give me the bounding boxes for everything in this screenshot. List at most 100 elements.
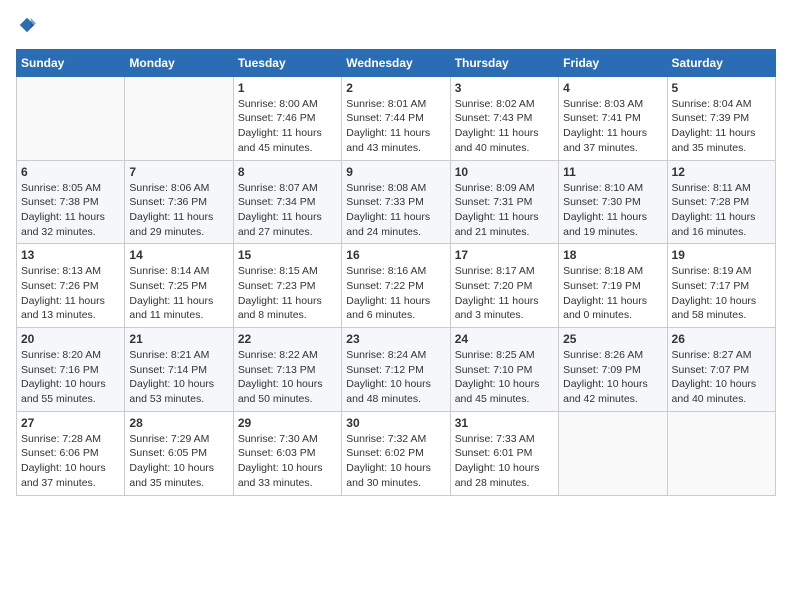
logo-icon [18, 16, 36, 34]
day-number: 24 [455, 332, 554, 346]
calendar-day-cell [125, 76, 233, 160]
calendar-day-cell: 21 Sunrise: 8:21 AM Sunset: 7:14 PM Dayli… [125, 328, 233, 412]
weekday-header: Monday [125, 49, 233, 76]
day-number: 23 [346, 332, 445, 346]
day-number: 7 [129, 165, 228, 179]
calendar-week-row: 13Sunrise: 8:13 AM Sunset: 7:26 PM Dayli… [17, 244, 776, 328]
day-number: 17 [455, 248, 554, 262]
day-info: Sunrise: 8:05 AM Sunset: 7:38 PM Dayligh… [21, 181, 120, 240]
day-number: 27 [21, 416, 120, 430]
calendar-day-cell: 10 Sunrise: 8:09 AM Sunset: 7:31 PM Dayli… [450, 160, 558, 244]
calendar-day-cell: 3Sunrise: 8:02 AM Sunset: 7:43 PM Daylig… [450, 76, 558, 160]
day-number: 30 [346, 416, 445, 430]
day-number: 26 [672, 332, 771, 346]
day-info: Sunrise: 8:21 AM Sunset: 7:14 PM Dayligh… [129, 348, 228, 407]
day-info: Sunrise: 8:14 AM Sunset: 7:25 PM Dayligh… [129, 264, 228, 323]
day-number: 9 [346, 165, 445, 179]
calendar-week-row: 1Sunrise: 8:00 AM Sunset: 7:46 PM Daylig… [17, 76, 776, 160]
day-info: Sunrise: 8:01 AM Sunset: 7:44 PM Dayligh… [346, 97, 445, 156]
calendar-day-cell: 11 Sunrise: 8:10 AM Sunset: 7:30 PM Dayli… [559, 160, 667, 244]
weekday-header: Saturday [667, 49, 775, 76]
day-info: Sunrise: 8:17 AM Sunset: 7:20 PM Dayligh… [455, 264, 554, 323]
day-number: 28 [129, 416, 228, 430]
page-header [16, 16, 776, 39]
calendar-day-cell [559, 411, 667, 495]
day-info: Sunrise: 7:33 AM Sunset: 6:01 PM Dayligh… [455, 432, 554, 491]
day-number: 12 [672, 165, 771, 179]
weekday-header: Sunday [17, 49, 125, 76]
day-info: Sunrise: 8:20 AM Sunset: 7:16 PM Dayligh… [21, 348, 120, 407]
day-info: Sunrise: 8:08 AM Sunset: 7:33 PM Dayligh… [346, 181, 445, 240]
day-info: Sunrise: 7:32 AM Sunset: 6:02 PM Dayligh… [346, 432, 445, 491]
calendar-day-cell: 5 Sunrise: 8:04 AM Sunset: 7:39 PM Daylig… [667, 76, 775, 160]
day-number: 16 [346, 248, 445, 262]
day-number: 5 [672, 81, 771, 95]
day-number: 1 [238, 81, 337, 95]
day-number: 11 [563, 165, 662, 179]
day-info: Sunrise: 8:19 AM Sunset: 7:17 PM Dayligh… [672, 264, 771, 323]
calendar-day-cell: 30 Sunrise: 7:32 AM Sunset: 6:02 PM Dayli… [342, 411, 450, 495]
day-number: 10 [455, 165, 554, 179]
day-info: Sunrise: 8:22 AM Sunset: 7:13 PM Dayligh… [238, 348, 337, 407]
calendar-day-cell: 24 Sunrise: 8:25 AM Sunset: 7:10 PM Dayli… [450, 328, 558, 412]
logo [16, 16, 36, 39]
day-info: Sunrise: 8:09 AM Sunset: 7:31 PM Dayligh… [455, 181, 554, 240]
day-info: Sunrise: 7:30 AM Sunset: 6:03 PM Dayligh… [238, 432, 337, 491]
calendar-header-row: SundayMondayTuesdayWednesdayThursdayFrid… [17, 49, 776, 76]
day-info: Sunrise: 8:27 AM Sunset: 7:07 PM Dayligh… [672, 348, 771, 407]
day-number: 4 [563, 81, 662, 95]
calendar-day-cell: 9 Sunrise: 8:08 AM Sunset: 7:33 PM Daylig… [342, 160, 450, 244]
calendar-day-cell: 25 Sunrise: 8:26 AM Sunset: 7:09 PM Dayli… [559, 328, 667, 412]
day-number: 19 [672, 248, 771, 262]
calendar-day-cell: 7 Sunrise: 8:06 AM Sunset: 7:36 PM Daylig… [125, 160, 233, 244]
day-info: Sunrise: 7:28 AM Sunset: 6:06 PM Dayligh… [21, 432, 120, 491]
day-number: 22 [238, 332, 337, 346]
day-info: Sunrise: 8:25 AM Sunset: 7:10 PM Dayligh… [455, 348, 554, 407]
day-number: 18 [563, 248, 662, 262]
calendar-day-cell: 15 Sunrise: 8:15 AM Sunset: 7:23 PM Dayli… [233, 244, 341, 328]
day-info: Sunrise: 8:04 AM Sunset: 7:39 PM Dayligh… [672, 97, 771, 156]
day-info: Sunrise: 8:15 AM Sunset: 7:23 PM Dayligh… [238, 264, 337, 323]
calendar-day-cell: 6 Sunrise: 8:05 AM Sunset: 7:38 PM Daylig… [17, 160, 125, 244]
weekday-header: Friday [559, 49, 667, 76]
calendar-day-cell: 16 Sunrise: 8:16 AM Sunset: 7:22 PM Dayli… [342, 244, 450, 328]
day-number: 15 [238, 248, 337, 262]
calendar-day-cell: 23 Sunrise: 8:24 AM Sunset: 7:12 PM Dayli… [342, 328, 450, 412]
calendar-day-cell: 26 Sunrise: 8:27 AM Sunset: 7:07 PM Dayli… [667, 328, 775, 412]
calendar-day-cell: 1Sunrise: 8:00 AM Sunset: 7:46 PM Daylig… [233, 76, 341, 160]
calendar-day-cell: 12 Sunrise: 8:11 AM Sunset: 7:28 PM Dayli… [667, 160, 775, 244]
calendar-day-cell [667, 411, 775, 495]
day-info: Sunrise: 8:11 AM Sunset: 7:28 PM Dayligh… [672, 181, 771, 240]
day-number: 6 [21, 165, 120, 179]
day-number: 14 [129, 248, 228, 262]
calendar-day-cell [17, 76, 125, 160]
day-number: 2 [346, 81, 445, 95]
weekday-header: Wednesday [342, 49, 450, 76]
day-info: Sunrise: 8:07 AM Sunset: 7:34 PM Dayligh… [238, 181, 337, 240]
day-info: Sunrise: 8:10 AM Sunset: 7:30 PM Dayligh… [563, 181, 662, 240]
day-info: Sunrise: 8:16 AM Sunset: 7:22 PM Dayligh… [346, 264, 445, 323]
calendar-day-cell: 4 Sunrise: 8:03 AM Sunset: 7:41 PM Daylig… [559, 76, 667, 160]
day-info: Sunrise: 8:02 AM Sunset: 7:43 PM Dayligh… [455, 97, 554, 156]
calendar-day-cell: 22 Sunrise: 8:22 AM Sunset: 7:13 PM Dayli… [233, 328, 341, 412]
calendar-week-row: 6 Sunrise: 8:05 AM Sunset: 7:38 PM Daylig… [17, 160, 776, 244]
calendar-week-row: 27 Sunrise: 7:28 AM Sunset: 6:06 PM Dayli… [17, 411, 776, 495]
day-info: Sunrise: 8:24 AM Sunset: 7:12 PM Dayligh… [346, 348, 445, 407]
calendar-day-cell: 28 Sunrise: 7:29 AM Sunset: 6:05 PM Dayli… [125, 411, 233, 495]
calendar-day-cell: 18 Sunrise: 8:18 AM Sunset: 7:19 PM Dayli… [559, 244, 667, 328]
calendar-day-cell: 14 Sunrise: 8:14 AM Sunset: 7:25 PM Dayli… [125, 244, 233, 328]
day-number: 25 [563, 332, 662, 346]
day-number: 21 [129, 332, 228, 346]
day-number: 31 [455, 416, 554, 430]
calendar-day-cell: 17 Sunrise: 8:17 AM Sunset: 7:20 PM Dayli… [450, 244, 558, 328]
day-info: Sunrise: 8:26 AM Sunset: 7:09 PM Dayligh… [563, 348, 662, 407]
day-number: 8 [238, 165, 337, 179]
day-info: Sunrise: 7:29 AM Sunset: 6:05 PM Dayligh… [129, 432, 228, 491]
weekday-header: Tuesday [233, 49, 341, 76]
calendar-day-cell: 29Sunrise: 7:30 AM Sunset: 6:03 PM Dayli… [233, 411, 341, 495]
day-info: Sunrise: 8:03 AM Sunset: 7:41 PM Dayligh… [563, 97, 662, 156]
day-info: Sunrise: 8:18 AM Sunset: 7:19 PM Dayligh… [563, 264, 662, 323]
calendar-day-cell: 2 Sunrise: 8:01 AM Sunset: 7:44 PM Daylig… [342, 76, 450, 160]
day-number: 13 [21, 248, 120, 262]
day-info: Sunrise: 8:06 AM Sunset: 7:36 PM Dayligh… [129, 181, 228, 240]
